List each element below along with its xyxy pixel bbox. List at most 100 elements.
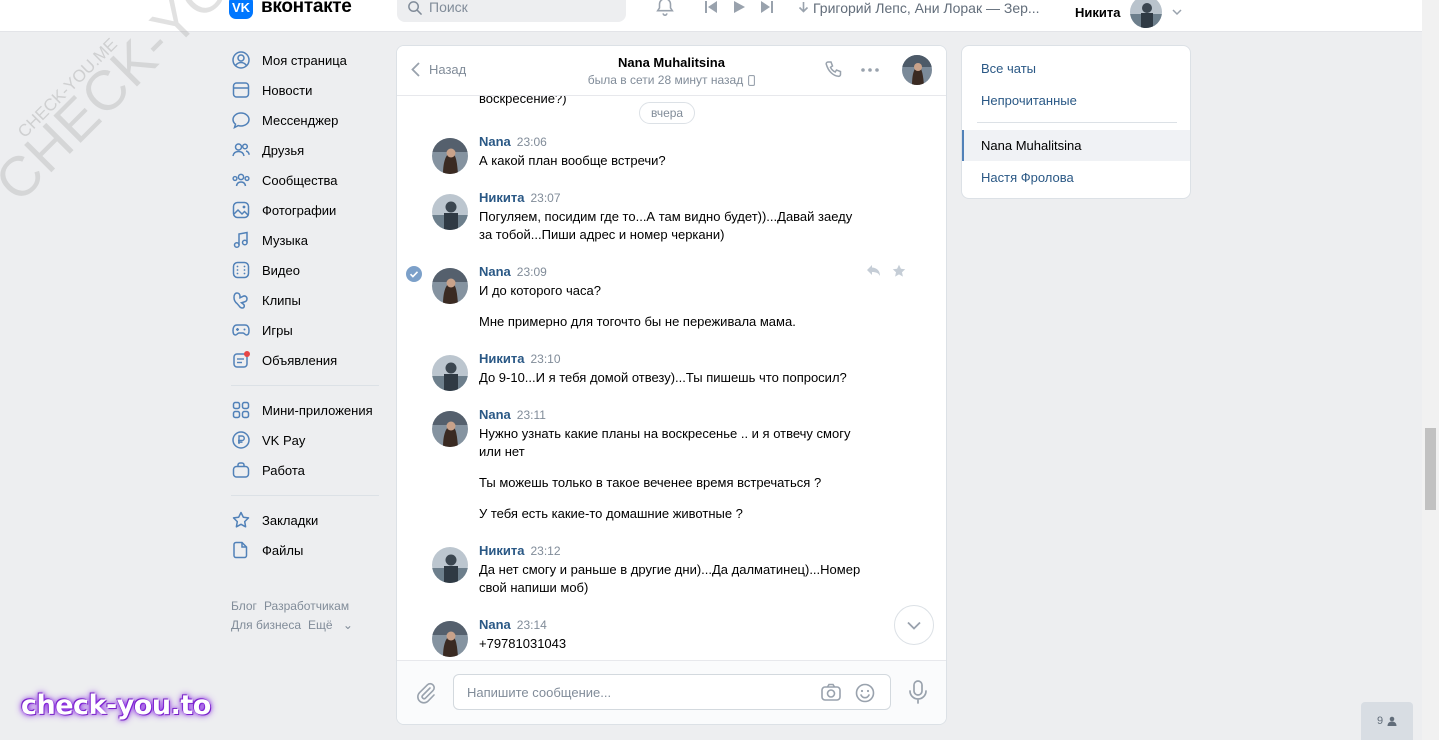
- message-history[interactable]: воскресение?) вчера Nana 23:06 А какой пла…: [397, 96, 946, 662]
- sidebar-item-label: Сообщества: [262, 172, 338, 188]
- user-name: Никита: [1075, 4, 1121, 20]
- sidebar-item-label: Музыка: [262, 232, 308, 248]
- sidebar-item-bookmark[interactable]: Закладки: [229, 505, 381, 535]
- chat-tab-nastya[interactable]: Настя Фролова: [962, 162, 1190, 193]
- bell-icon[interactable]: [654, 0, 676, 18]
- footer-link-blog[interactable]: Блог: [231, 599, 257, 613]
- message-author[interactable]: Nana 23:11: [479, 407, 546, 422]
- sidebar-item-label: Мессенджер: [262, 112, 339, 128]
- message-time: 23:09: [516, 265, 547, 279]
- work-icon: [231, 460, 251, 480]
- star-icon[interactable]: [892, 264, 906, 278]
- search-box[interactable]: [397, 0, 626, 22]
- message-text: Мне примерно для тогочто бы не переживал…: [479, 314, 796, 329]
- paperclip-icon[interactable]: [415, 682, 437, 704]
- sidebar-item-label: Закладки: [262, 512, 319, 528]
- audio-player-controls: [704, 0, 774, 14]
- page-scrollbar[interactable]: [1422, 0, 1439, 740]
- message-input-box[interactable]: [453, 674, 891, 710]
- sidebar-item-clips[interactable]: Клипы: [229, 285, 381, 315]
- person-icon: [1387, 716, 1397, 726]
- sidebar-item-file[interactable]: Файлы: [229, 535, 381, 565]
- message-text: До 9-10...И я тебя домой отвезу)...Ты пи…: [479, 370, 847, 385]
- sidebar-item-ads[interactable]: Объявления: [229, 345, 381, 375]
- message-author[interactable]: Nana 23:09: [479, 264, 547, 279]
- brand-watermark: check-you.to: [21, 690, 211, 721]
- phone-icon[interactable]: [824, 60, 844, 80]
- message-author[interactable]: Nana 23:06: [479, 134, 547, 149]
- message-text: +79781031043: [479, 636, 567, 651]
- microphone-icon[interactable]: [908, 680, 928, 704]
- message-avatar[interactable]: [432, 194, 468, 230]
- play-icon[interactable]: [732, 0, 746, 14]
- footer-more-label: Ещё: [308, 618, 333, 632]
- footer-link-business[interactable]: Для бизнеса: [231, 618, 301, 632]
- avatar: [1130, 0, 1163, 28]
- top-header: VK вконтакте Григорий Лепс, Ани Лорак — …: [0, 0, 1422, 32]
- message-avatar[interactable]: [432, 621, 468, 657]
- message-author[interactable]: Никита 23:12: [479, 543, 561, 558]
- apps-icon: [231, 400, 251, 420]
- sidebar-item-message[interactable]: Мессенджер: [229, 105, 381, 135]
- message-author[interactable]: Nana 23:14: [479, 617, 547, 632]
- clips-icon: [231, 290, 251, 310]
- message-author[interactable]: Никита 23:10: [479, 351, 561, 366]
- filter-all-chats[interactable]: Все чаты: [962, 53, 1190, 84]
- message-avatar[interactable]: [432, 268, 468, 304]
- footer-link-dev[interactable]: Разработчикам: [264, 599, 349, 613]
- message-text: И до которого часа?: [479, 283, 601, 298]
- sidebar-item-music[interactable]: Музыка: [229, 225, 381, 255]
- message-avatar[interactable]: [432, 547, 468, 583]
- sidebar-item-user-circle[interactable]: Моя страница: [229, 45, 381, 75]
- camera-icon[interactable]: [820, 682, 842, 704]
- vk-logo[interactable]: VK вконтакте: [229, 0, 352, 19]
- menu-divider: [231, 385, 379, 386]
- sidebar-item-friends[interactable]: Друзья: [229, 135, 381, 165]
- more-icon[interactable]: [860, 60, 880, 80]
- message-time: 23:06: [516, 135, 547, 149]
- search-input[interactable]: [429, 0, 609, 15]
- message-author-name: Никита: [479, 351, 525, 366]
- reply-icon[interactable]: [866, 264, 881, 277]
- scrollbar-thumb[interactable]: [1425, 428, 1436, 510]
- message-input[interactable]: [467, 684, 807, 700]
- message-author-name: Никита: [479, 190, 525, 205]
- scroll-down-button[interactable]: [894, 605, 934, 645]
- current-track[interactable]: Григорий Лепс, Ани Лорак — Зер...: [798, 0, 1040, 16]
- sidebar-item-news[interactable]: Новости: [229, 75, 381, 105]
- message-text: У тебя есть какие-то домашние животные ?: [479, 506, 743, 521]
- message-avatar[interactable]: [432, 355, 468, 391]
- selected-check-icon[interactable]: [406, 266, 422, 282]
- sidebar-item-games[interactable]: Игры: [229, 315, 381, 345]
- user-menu[interactable]: Никита: [1075, 0, 1183, 28]
- sidebar-item-label: Друзья: [262, 142, 305, 158]
- filter-divider: [977, 122, 1177, 123]
- sidebar-item-label: Файлы: [262, 542, 304, 558]
- message-avatar[interactable]: [432, 411, 468, 447]
- filter-unread[interactable]: Непрочитанные: [962, 85, 1190, 116]
- online-friends-button[interactable]: 9: [1361, 702, 1413, 740]
- message-author-name: Nana: [479, 407, 511, 422]
- games-icon: [231, 320, 251, 340]
- peer-avatar[interactable]: [902, 55, 932, 85]
- message-author[interactable]: Никита 23:07: [479, 190, 561, 205]
- peer-status-text: была в сети 28 минут назад: [587, 73, 744, 87]
- emoji-icon[interactable]: [854, 682, 876, 704]
- next-track-icon[interactable]: [760, 0, 774, 14]
- sidebar-item-label: Мини-приложения: [262, 402, 373, 418]
- message-composer: [397, 660, 946, 724]
- sidebar-item-apps[interactable]: Мини-приложения: [229, 395, 381, 425]
- sidebar-item-label: Моя страница: [262, 52, 347, 68]
- message-time: 23:10: [530, 352, 561, 366]
- chat-tab-nana[interactable]: Nana Muhalitsina: [962, 130, 1190, 161]
- sidebar-item-photo[interactable]: Фотографии: [229, 195, 381, 225]
- footer-link-more[interactable]: Ещё ⌄: [308, 618, 353, 632]
- sidebar-item-work[interactable]: Работа: [229, 455, 381, 485]
- sidebar-item-video[interactable]: Видео: [229, 255, 381, 285]
- footer-links: Блог Разработчикам Для бизнеса Ещё ⌄: [231, 597, 360, 635]
- message-text: А какой план вообще встречи?: [479, 153, 666, 168]
- message-avatar[interactable]: [432, 138, 468, 174]
- sidebar-item-vkpay[interactable]: VK Pay: [229, 425, 381, 455]
- prev-track-icon[interactable]: [704, 0, 718, 14]
- sidebar-item-communities[interactable]: Сообщества: [229, 165, 381, 195]
